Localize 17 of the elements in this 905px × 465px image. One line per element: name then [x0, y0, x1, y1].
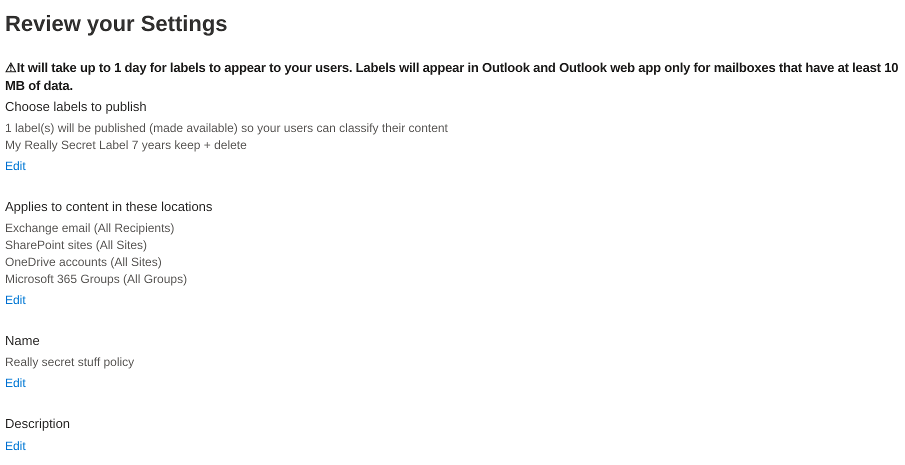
edit-link[interactable]: Edit [5, 291, 26, 309]
edit-link[interactable]: Edit [5, 374, 26, 392]
warning-message: ⚠It will take up to 1 day for labels to appear to your users. Labels will appear in Outlook and Outlook web app only for mailboxes that have at least 10 MB of data. [5, 59, 899, 95]
section-value: Exchange email (All Recipients) [5, 220, 174, 237]
page-title: Review your Settings [5, 10, 228, 38]
section-value: My Really Secret Label 7 years keep + delete [5, 137, 247, 154]
section-heading: Description [5, 415, 70, 433]
section-value: Really secret stuff policy [5, 354, 134, 371]
section-value: OneDrive accounts (All Sites) [5, 254, 162, 271]
section-value: Microsoft 365 Groups (All Groups) [5, 271, 188, 288]
section-heading: Name [5, 332, 40, 350]
section-heading: Applies to content in these locations [5, 198, 212, 216]
edit-link[interactable]: Edit [5, 157, 26, 175]
section-heading: Choose labels to publish [5, 98, 147, 116]
section-value: SharePoint sites (All Sites) [5, 237, 148, 254]
section-value: 1 label(s) will be published (made available) so your users can classify their content [5, 120, 448, 137]
edit-link[interactable]: Edit [5, 437, 26, 455]
